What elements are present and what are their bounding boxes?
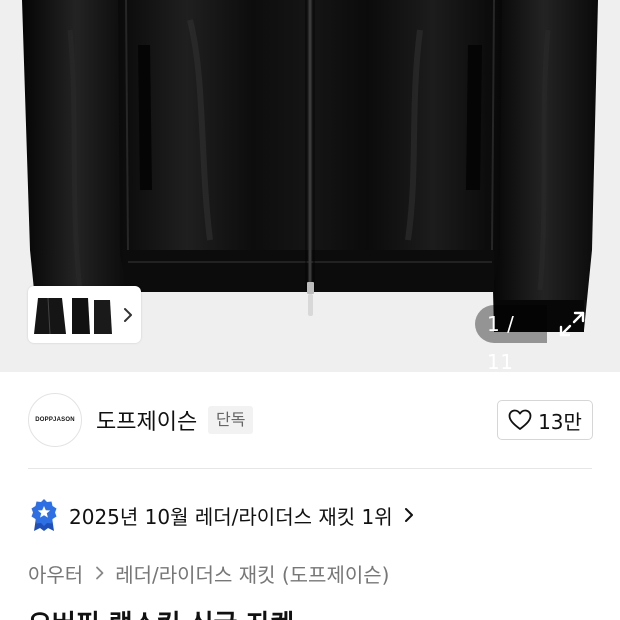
ranking-medal-icon <box>31 499 57 531</box>
chevron-right-icon <box>124 307 132 322</box>
expand-icon[interactable] <box>556 308 588 340</box>
jacket-thumbnails-icon <box>32 289 114 340</box>
brand-logo[interactable]: DOPPJASON <box>28 393 82 447</box>
exclusive-badge: 단독 <box>208 406 254 434</box>
ranking-link[interactable]: 2025년 10월 레더/라이더스 재킷 1위 <box>28 498 417 532</box>
divider <box>28 468 592 469</box>
image-counter: 1 / 11 <box>475 305 547 372</box>
breadcrumb: 아우터 레더/라이더스 재킷 (도프제이슨) <box>28 559 389 587</box>
brand-row: DOPPJASON 도프제이슨 단독 13만 <box>0 372 620 468</box>
product-image[interactable]: 1 / 11 <box>0 0 620 372</box>
brand-name[interactable]: 도프제이슨 <box>96 404 197 436</box>
chevron-right-icon <box>404 508 413 522</box>
heart-outline-icon <box>508 409 532 430</box>
like-count: 13만 <box>538 409 582 434</box>
chevron-right-icon <box>96 566 104 580</box>
brand-logo-text: DOPPJASON <box>35 417 75 423</box>
ranking-text: 2025년 10월 레더/라이더스 재킷 1위 <box>69 504 393 529</box>
thumbnail-strip[interactable] <box>28 286 141 343</box>
like-button[interactable]: 13만 <box>497 400 593 440</box>
image-counter-text: 1 / 11 <box>487 312 515 372</box>
breadcrumb-item-category[interactable]: 레더/라이더스 재킷 (도프제이슨) <box>115 559 389 588</box>
breadcrumb-item-outer[interactable]: 아우터 <box>28 559 83 588</box>
product-title: 오버핏 램스킨 싱글 자켓 <box>28 604 294 620</box>
